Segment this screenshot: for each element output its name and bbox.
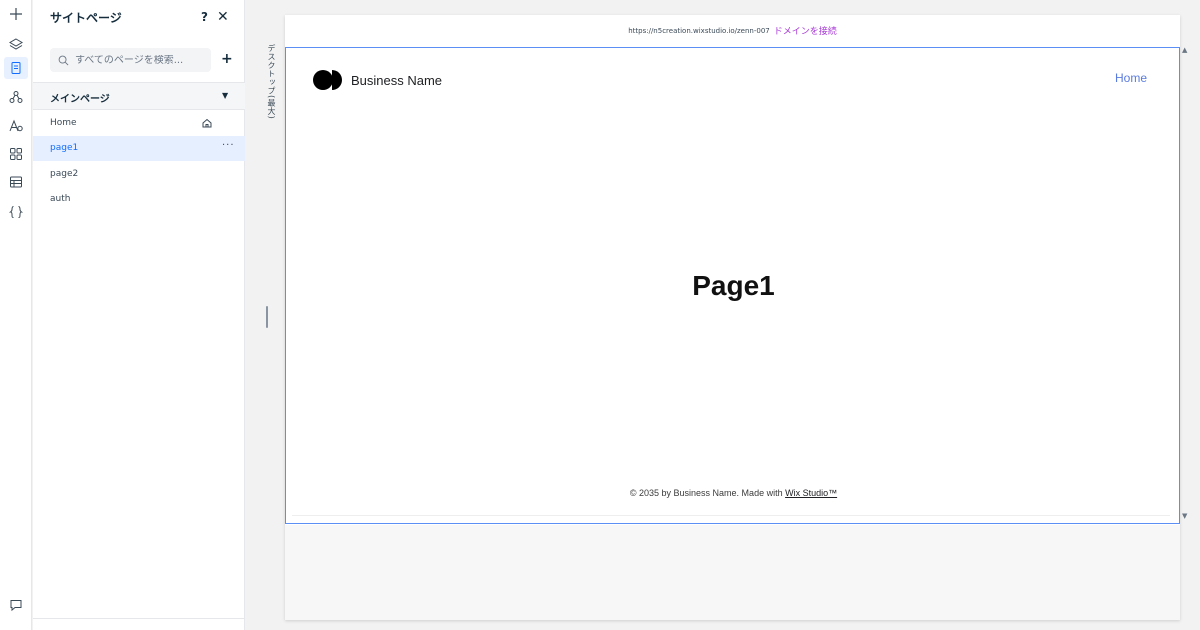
canvas-below-fold xyxy=(285,525,1180,620)
business-logo-icon[interactable] xyxy=(313,69,343,91)
home-icon xyxy=(202,118,212,128)
wix-studio-link[interactable]: Wix Studio™ xyxy=(785,488,837,498)
url-bar: https://n5creation.wixstudio.io/zenn-007… xyxy=(285,15,1180,46)
page-item-label: Home xyxy=(50,118,77,128)
site-preview[interactable]: Business Name Home Page1 © 2035 by Busin… xyxy=(285,47,1180,524)
canvas-scrollbar[interactable]: ▲ ▼ xyxy=(1181,46,1190,524)
panel-footer xyxy=(33,618,245,630)
nav-home-link[interactable]: Home xyxy=(1115,71,1147,85)
page-item-home[interactable]: Home xyxy=(33,111,245,136)
add-elements-icon[interactable] xyxy=(4,3,28,25)
page-item-page1[interactable]: page1 ··· xyxy=(33,136,245,161)
site-structure-icon[interactable] xyxy=(4,86,28,108)
site-pages-panel: サイトページ ? ✕ + メインページ ▼ Home page1 ··· pag… xyxy=(33,0,245,630)
business-name[interactable]: Business Name xyxy=(351,73,442,88)
theme-text-icon[interactable] xyxy=(4,115,28,137)
panel-title: サイトページ xyxy=(50,11,122,25)
pages-icon[interactable] xyxy=(4,57,28,79)
scroll-down-icon[interactable]: ▼ xyxy=(1182,512,1187,520)
add-page-button[interactable]: + xyxy=(221,51,233,67)
page-search-box[interactable] xyxy=(50,48,211,72)
page-search-input[interactable] xyxy=(75,54,205,66)
footer-divider xyxy=(292,515,1170,516)
page-item-label: page1 xyxy=(50,143,79,153)
caret-down-icon[interactable]: ▼ xyxy=(222,91,228,100)
page-heading[interactable]: Page1 xyxy=(286,270,1181,302)
section-label: メインページ xyxy=(50,94,110,105)
viewport-label[interactable]: デスクトップ(最大) xyxy=(266,44,277,119)
layers-icon[interactable] xyxy=(4,33,28,55)
scroll-up-icon[interactable]: ▲ xyxy=(1182,46,1187,54)
footer-copyright: © 2035 by Business Name. Made with xyxy=(629,488,786,498)
site-footer[interactable]: © 2035 by Business Name. Made with Wix S… xyxy=(286,488,1181,498)
editor-canvas: https://n5creation.wixstudio.io/zenn-007… xyxy=(285,15,1180,620)
search-icon xyxy=(58,55,69,65)
more-options-icon[interactable]: ··· xyxy=(222,140,235,151)
page-item-label: auth xyxy=(50,194,71,204)
main-pages-section[interactable]: メインページ ▼ xyxy=(33,82,245,110)
comments-icon[interactable] xyxy=(4,594,28,616)
page-item-auth[interactable]: auth xyxy=(33,187,245,212)
site-url: https://n5creation.wixstudio.io/zenn-007 xyxy=(628,26,770,35)
page-item-label: page2 xyxy=(50,169,79,179)
code-icon[interactable] xyxy=(4,201,28,223)
apps-icon[interactable] xyxy=(4,143,28,165)
left-toolbar xyxy=(0,0,32,630)
close-button[interactable]: ✕ xyxy=(217,9,229,25)
help-button[interactable]: ? xyxy=(201,10,208,24)
cms-icon[interactable] xyxy=(4,171,28,193)
resize-handle[interactable] xyxy=(266,306,268,328)
connect-domain-link[interactable]: ドメインを接続 xyxy=(774,24,837,37)
page-item-page2[interactable]: page2 xyxy=(33,162,245,187)
